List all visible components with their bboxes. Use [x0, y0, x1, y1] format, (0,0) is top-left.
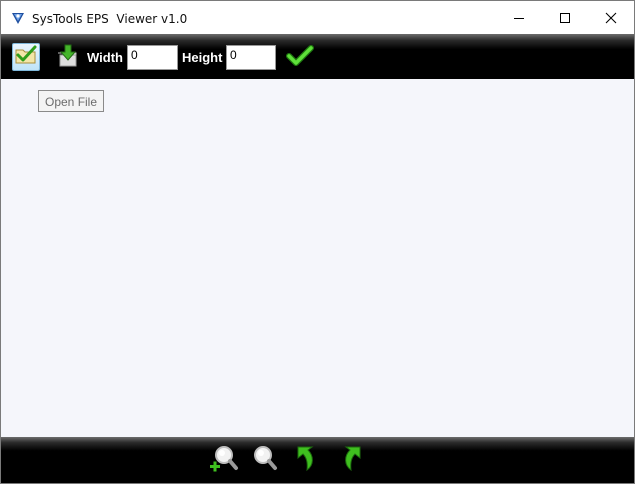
maximize-icon — [559, 12, 571, 24]
minimize-icon — [513, 12, 525, 24]
title-bar[interactable]: SysTools EPS Viewer v1.0 — [1, 1, 634, 34]
zoom-in-button[interactable] — [209, 445, 239, 475]
height-value: 0 — [230, 48, 237, 62]
open-file-tooltip: Open File — [38, 90, 105, 112]
bottom-toolbar — [1, 437, 634, 483]
apply-size-button[interactable] — [285, 43, 315, 73]
rotate-left-button[interactable] — [293, 445, 323, 475]
width-label: Width — [87, 50, 123, 65]
zoom-in-icon — [209, 443, 239, 478]
app-window: SysTools EPS Viewer v1.0 Width 0 Height … — [0, 0, 635, 484]
open-folder-check-icon — [14, 44, 38, 71]
rotate-right-icon — [336, 443, 364, 478]
top-toolbar: Width 0 Height 0 — [1, 34, 634, 79]
rotate-left-icon — [294, 443, 322, 478]
zoom-out-button[interactable] — [249, 445, 279, 475]
close-icon — [605, 12, 617, 24]
close-button[interactable] — [588, 1, 634, 34]
rotate-right-button[interactable] — [335, 445, 365, 475]
width-input[interactable]: 0 — [127, 45, 178, 70]
window-title: SysTools EPS Viewer v1.0 — [32, 12, 188, 26]
save-download-icon — [54, 43, 80, 74]
zoom-out-icon — [249, 443, 279, 478]
systools-logo-icon — [10, 10, 26, 26]
height-label: Height — [182, 50, 223, 65]
save-button[interactable] — [52, 43, 82, 73]
width-value: 0 — [131, 48, 138, 62]
open-file-button[interactable] — [12, 43, 40, 71]
maximize-button[interactable] — [542, 1, 588, 34]
height-input[interactable]: 0 — [226, 45, 276, 70]
image-viewer-canvas[interactable] — [5, 79, 630, 436]
minimize-button[interactable] — [496, 1, 542, 34]
green-checkmark-icon — [286, 44, 314, 73]
